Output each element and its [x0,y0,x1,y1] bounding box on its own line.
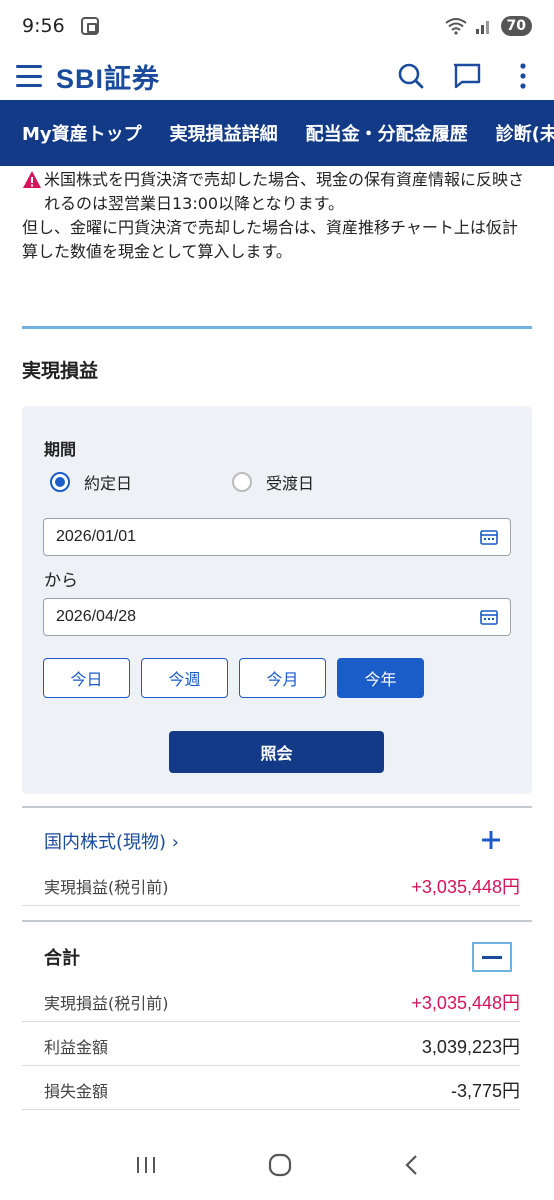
screenshot-icon [80,17,99,35]
date-to-value: 2026/04/28 [56,608,137,625]
this-week-button[interactable]: 今週 [141,658,228,698]
status-time: 9:56 [22,15,65,37]
tab-diagnosis[interactable]: 診断(未 [496,120,554,146]
total-title: 合計 [44,948,80,969]
expand-plus-icon[interactable] [480,829,502,851]
radio-delivery-date[interactable]: 受渡日 [232,470,314,494]
home-icon[interactable] [267,1152,293,1178]
back-icon[interactable] [402,1153,420,1177]
this-year-button[interactable]: 今年 [337,658,424,698]
status-right: 70 [444,16,532,36]
total-realized-label: 実現損益(税引前) [44,993,169,1013]
notice-text-2: 但し、金曜に円貨決済で売却した場合は、資産推移チャート上は仮計算した数値を現金と… [22,218,518,261]
header-actions [396,61,538,91]
profit-amount-value: 3,039,223円 [421,1036,520,1057]
date-from-value: 2026/01/01 [56,528,137,545]
total-profit-row: 利益金額 3,039,223円 [22,1026,520,1066]
this-month-button[interactable]: 今月 [239,658,326,698]
domestic-stocks-link[interactable]: 国内株式(現物) › [44,828,179,854]
query-button[interactable]: 照会 [169,731,384,773]
date-from-input[interactable]: 2026/01/01 [43,518,511,556]
profit-amount-label: 利益金額 [44,1037,109,1057]
sbi-logo[interactable]: SBI証券 [56,57,160,96]
notice-text-1: 米国株式を円貨決済で売却した場合、現金の保有資産情報に反映されるのは翌営業日13… [44,170,525,213]
filter-panel: 期間 約定日 受渡日 2026/01/01 から 2026/04/28 今日 今… [22,406,532,794]
section-title: 実現損益 [22,360,99,382]
radio-delivery-indicator[interactable] [232,472,252,492]
tab-dividend-history[interactable]: 配当金・分配金履歴 [306,120,468,146]
radio-contract-label: 約定日 [84,474,133,493]
nav-tabs: My資産トップ 実現損益詳細 配当金・分配金履歴 診断(未 [0,100,554,166]
domestic-realized-row: 実現損益(税引前) +3,035,448円 [22,866,520,906]
calendar-icon[interactable] [480,529,498,545]
section-divider [22,326,532,329]
app-header: SBI証券 [0,52,554,100]
status-bar: 9:56 70 [0,0,554,52]
quick-range-buttons: 今日 今週 今月 今年 [43,658,424,698]
more-vertical-icon[interactable] [508,61,538,91]
notice: 米国株式を円貨決済で売却した場合、現金の保有資産情報に反映されるのは翌営業日13… [22,168,532,264]
calendar-icon[interactable] [480,609,498,625]
radio-contract-indicator[interactable] [50,472,70,492]
date-to-input[interactable]: 2026/04/28 [43,598,511,636]
loss-amount-label: 損失金額 [44,1081,109,1101]
warning-icon [23,171,41,188]
today-button[interactable]: 今日 [43,658,130,698]
tab-my-assets-top[interactable]: My資産トップ [22,120,142,146]
system-nav-bar [0,1130,554,1200]
collapse-minus-button[interactable] [472,942,512,972]
chat-icon[interactable] [452,61,482,91]
domestic-realized-value: +3,035,448円 [411,876,520,897]
minus-icon [482,955,502,959]
radio-delivery-label: 受渡日 [266,474,315,493]
wifi-icon [444,18,467,35]
total-realized-value: +3,035,448円 [411,992,520,1013]
domestic-realized-label: 実現損益(税引前) [44,877,169,897]
search-icon[interactable] [396,61,426,91]
menu-icon[interactable] [16,65,42,87]
period-label: 期間 [44,440,77,459]
notice-line-1: 米国株式を円貨決済で売却した場合、現金の保有資産情報に反映されるのは翌営業日13… [22,168,532,216]
separator [22,806,532,808]
separator [22,920,532,922]
recent-apps-icon[interactable] [134,1154,158,1176]
loss-amount-value: -3,775円 [450,1080,520,1101]
signal-icon [475,21,489,34]
radio-group: 約定日 受渡日 [50,470,314,494]
kara-label: から [44,571,78,591]
total-loss-row: 損失金額 -3,775円 [22,1070,520,1110]
tab-realized-pl-detail[interactable]: 実現損益詳細 [170,120,278,146]
total-realized-row: 実現損益(税引前) +3,035,448円 [22,982,520,1022]
battery-badge: 70 [500,16,532,36]
radio-contract-date[interactable]: 約定日 [50,470,232,494]
